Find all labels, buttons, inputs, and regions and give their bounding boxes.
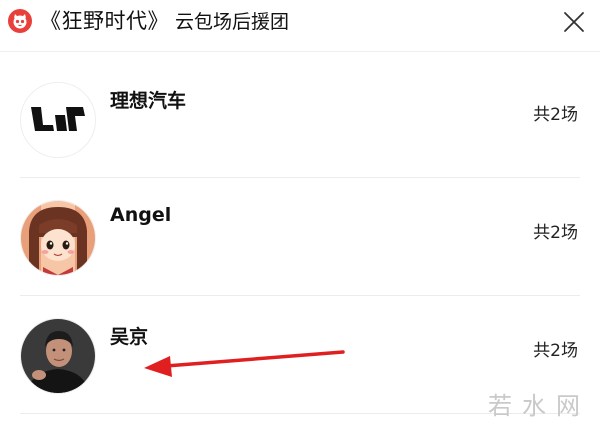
cartoon-girl-avatar: [20, 200, 96, 276]
popup-header: 《狂野时代》 云包场后援团: [0, 0, 600, 52]
red-arrow-annotation: [144, 350, 345, 377]
film-title: 《狂野时代》: [40, 9, 169, 33]
sponsor-count: 共2场: [533, 341, 578, 361]
li-auto-logo: [20, 82, 96, 158]
sponsor-count: 共2场: [533, 105, 578, 125]
person-photo-avatar: [20, 318, 96, 394]
sponsor-name: 理想汽车: [110, 90, 187, 112]
page-subtitle: 云包场后援团: [175, 11, 290, 33]
page-title: 《狂野时代》 云包场后援团: [40, 8, 289, 35]
sponsor-count: 共2场: [533, 223, 578, 243]
sponsor-name: 吴京: [110, 326, 149, 348]
sponsor-name: Angel: [110, 204, 172, 226]
watermark: 若水网: [488, 392, 590, 420]
maoyan-cat-icon: [8, 9, 32, 33]
close-icon[interactable]: [562, 10, 586, 34]
sponsor-row[interactable]: 理想汽车 共2场: [0, 60, 600, 178]
sponsor-row[interactable]: Angel 共2场: [0, 178, 600, 296]
